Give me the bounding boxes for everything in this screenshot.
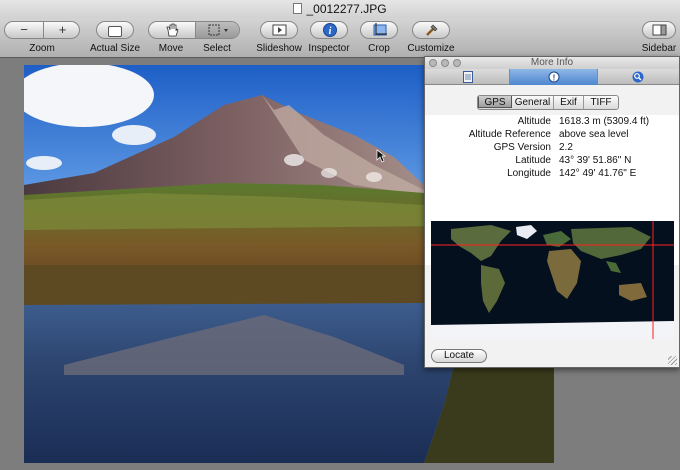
crop-icon bbox=[373, 23, 387, 36]
panel-title: More Info bbox=[530, 57, 574, 68]
zoom-in-button[interactable]: + bbox=[44, 22, 79, 38]
actual-size-button[interactable] bbox=[96, 21, 134, 39]
mouse-cursor-icon bbox=[376, 149, 386, 163]
more-info-panel: More Info ! GPS General Exif TIFF Altitu… bbox=[424, 56, 680, 368]
inspector-tab-bar: ! bbox=[425, 69, 679, 85]
metadata-row-latitude: Latitude 43° 39' 51.86" N bbox=[425, 154, 679, 167]
move-button[interactable] bbox=[149, 22, 195, 38]
metadata-key: Altitude Reference bbox=[468, 129, 551, 140]
metadata-key: Altitude bbox=[517, 116, 551, 127]
metadata-key: GPS Version bbox=[493, 142, 551, 153]
metadata-value: 43° 39' 51.86" N bbox=[559, 155, 632, 166]
slideshow-button[interactable] bbox=[260, 21, 298, 39]
resize-grip[interactable] bbox=[668, 356, 677, 365]
subtab-gps[interactable]: GPS bbox=[478, 96, 512, 108]
image-canvas: More Info ! GPS General Exif TIFF Altitu… bbox=[0, 56, 680, 470]
toolbar: − + Zoom Actual Size Move Select Slidesh… bbox=[0, 18, 680, 58]
slideshow-icon bbox=[272, 24, 287, 36]
metadata-row-longitude: Longitude 142° 49' 41.76" E bbox=[425, 167, 679, 180]
zoom-out-button[interactable]: − bbox=[5, 22, 43, 38]
info-icon: ! bbox=[548, 71, 560, 83]
metadata-value: 1618.3 m (5309.4 ft) bbox=[559, 116, 650, 127]
metadata-value: above sea level bbox=[559, 129, 629, 140]
crop-button[interactable] bbox=[360, 21, 398, 39]
zoom-label: Zoom bbox=[29, 43, 55, 54]
subtab-tiff[interactable]: TIFF bbox=[584, 96, 618, 109]
info-icon: i bbox=[323, 23, 337, 37]
subtab-control: GPS General Exif TIFF bbox=[477, 95, 619, 110]
actual-size-icon bbox=[108, 26, 122, 37]
selection-marquee-icon bbox=[208, 24, 228, 36]
crop-label: Crop bbox=[368, 43, 390, 54]
sidebar-button[interactable] bbox=[642, 21, 676, 39]
document-icon bbox=[293, 3, 303, 14]
hand-icon bbox=[166, 23, 179, 37]
subtab-general[interactable]: General bbox=[512, 96, 554, 109]
locate-button[interactable]: Locate bbox=[431, 349, 487, 363]
zoom-window-icon[interactable] bbox=[453, 59, 461, 67]
inspector-label: Inspector bbox=[308, 43, 350, 54]
metadata-key: Longitude bbox=[507, 168, 551, 179]
select-label: Select bbox=[203, 43, 231, 54]
customize-button[interactable] bbox=[412, 21, 450, 39]
metadata-value: 2.2 bbox=[559, 142, 573, 153]
actual-size-label: Actual Size bbox=[89, 43, 141, 54]
move-label: Move bbox=[158, 43, 184, 54]
inspector-button[interactable]: i bbox=[310, 21, 348, 39]
window-title-bar: _0012277.JPG bbox=[0, 0, 680, 18]
metadata-value: 142° 49' 41.76" E bbox=[559, 168, 637, 179]
zoom-control: − + bbox=[4, 21, 80, 39]
panel-title-bar: More Info bbox=[425, 57, 679, 69]
slideshow-label: Slideshow bbox=[256, 43, 302, 54]
metadata-row-altitude-reference: Altitude Reference above sea level bbox=[425, 128, 679, 141]
magnifier-icon bbox=[632, 71, 644, 83]
move-select-control bbox=[148, 21, 240, 39]
customize-label: Customize bbox=[407, 43, 455, 54]
select-button[interactable] bbox=[196, 22, 239, 38]
metadata-key: Latitude bbox=[515, 155, 551, 166]
world-map[interactable] bbox=[431, 221, 674, 339]
tools-icon bbox=[426, 24, 438, 36]
tab-general-info[interactable] bbox=[425, 69, 510, 85]
window-title: _0012277.JPG bbox=[306, 2, 387, 16]
subtab-exif[interactable]: Exif bbox=[554, 96, 584, 109]
svg-text:!: ! bbox=[553, 74, 556, 83]
sidebar-label: Sidebar bbox=[641, 43, 677, 54]
document-icon bbox=[463, 71, 473, 83]
metadata-row-gps-version: GPS Version 2.2 bbox=[425, 141, 679, 154]
minimize-icon[interactable] bbox=[441, 59, 449, 67]
tab-keywords[interactable] bbox=[598, 69, 679, 85]
metadata-row-altitude: Altitude 1618.3 m (5309.4 ft) bbox=[425, 115, 679, 128]
tab-more-info[interactable]: ! bbox=[510, 69, 598, 85]
world-map-image bbox=[431, 221, 674, 339]
sidebar-icon bbox=[652, 24, 667, 36]
svg-text:i: i bbox=[329, 26, 332, 37]
close-icon[interactable] bbox=[429, 59, 437, 67]
